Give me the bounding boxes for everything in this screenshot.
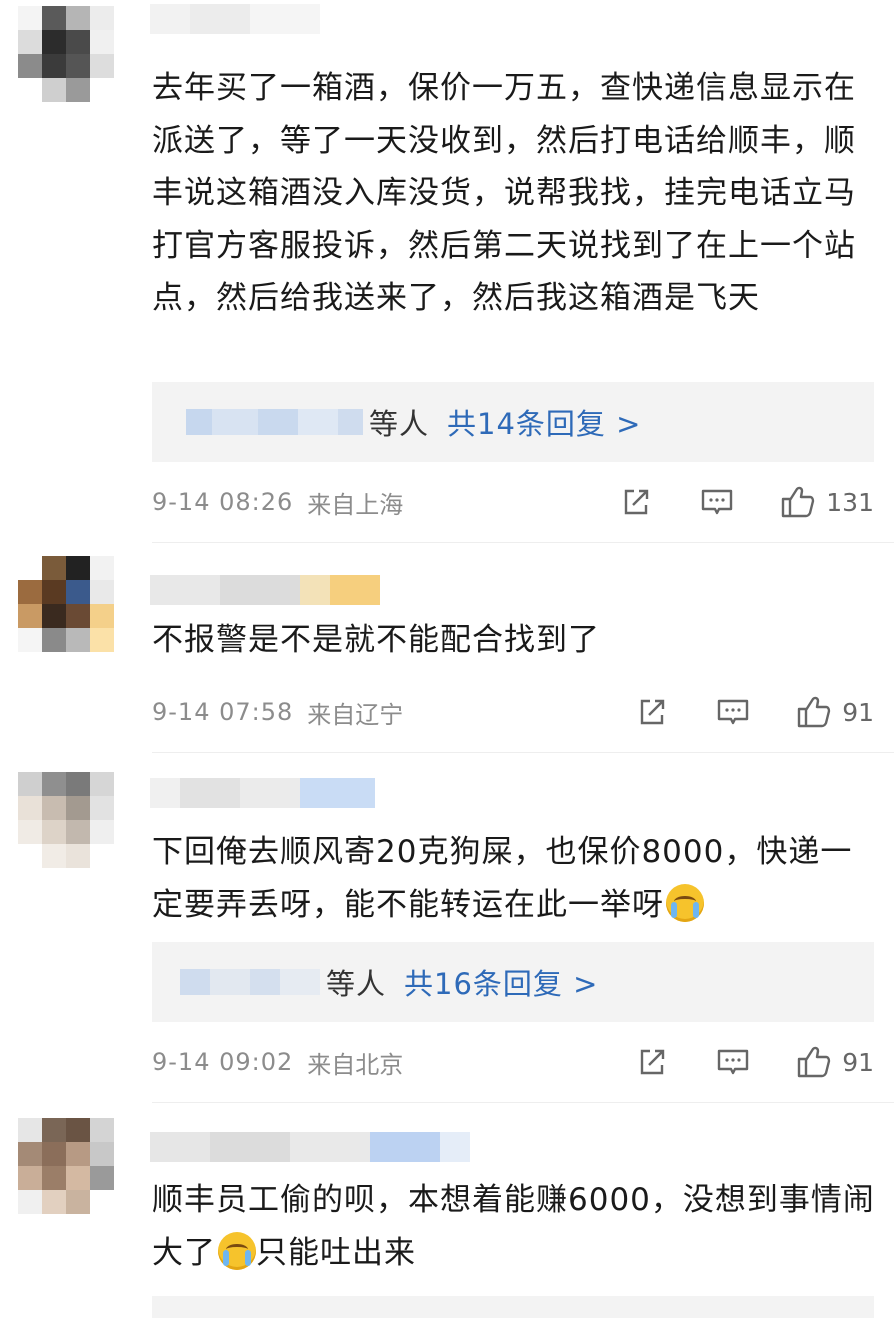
- reply-count-link[interactable]: 共16条回复 >: [404, 961, 598, 1003]
- reply-summary[interactable]: [152, 1296, 874, 1318]
- comment-text: 去年买了一箱酒，保价一万五，查快递信息显示在派送了，等了一天没收到，然后打电话给…: [152, 70, 856, 316]
- reply-names: 等人: [326, 967, 387, 1001]
- timestamp: 9-14 09:02: [152, 1048, 294, 1076]
- share-icon[interactable]: [620, 486, 652, 518]
- like-icon[interactable]: [796, 1045, 832, 1079]
- like-icon[interactable]: [780, 485, 816, 519]
- reply-summary[interactable]: 等人 共16条回复 >: [152, 942, 874, 1022]
- comment-meta: 9-14 08:26 来自上海 131: [152, 482, 874, 522]
- like-count: 91: [842, 1047, 874, 1077]
- like-icon[interactable]: [796, 695, 832, 729]
- avatar[interactable]: [18, 1118, 114, 1214]
- username[interactable]: [150, 778, 375, 808]
- divider: [152, 542, 894, 543]
- comment-icon[interactable]: [716, 1046, 750, 1078]
- location: 来自辽宁: [307, 700, 404, 729]
- username[interactable]: [150, 575, 380, 605]
- timestamp: 9-14 07:58: [152, 698, 294, 726]
- comment-text: 下回俺去顺风寄20克狗屎，也保价8000，快递一定要弄丢呀，能不能转运在此一举呀: [152, 826, 877, 931]
- avatar[interactable]: [18, 772, 114, 868]
- comment-text: 不报警是不是就不能配合找到了: [152, 622, 600, 658]
- username[interactable]: [150, 1132, 470, 1162]
- divider: [152, 752, 894, 753]
- comment-text-after: 只能吐出来: [256, 1234, 416, 1271]
- comment-meta: 9-14 09:02 来自北京 91: [152, 1042, 874, 1082]
- crying-emoji-icon: [218, 1231, 256, 1270]
- comment-meta: 9-14 07:58 来自辽宁 91: [152, 692, 874, 732]
- avatar[interactable]: [18, 556, 114, 652]
- share-icon[interactable]: [636, 696, 668, 728]
- blurred-usernames: [180, 969, 320, 995]
- share-icon[interactable]: [636, 1046, 668, 1078]
- like-count: 91: [842, 697, 874, 727]
- reply-count-link[interactable]: 共14条回复 >: [447, 401, 641, 443]
- divider: [152, 1102, 894, 1103]
- blurred-usernames: [186, 409, 363, 435]
- crying-emoji-icon: [666, 883, 704, 922]
- reply-summary[interactable]: 等人 共14条回复 >: [152, 382, 874, 462]
- timestamp: 9-14 08:26: [152, 488, 294, 516]
- reply-names: 等人: [369, 407, 430, 441]
- username[interactable]: [150, 4, 350, 34]
- comment-actions: 131: [620, 482, 874, 522]
- comment-text: 顺丰员工偷的呗，本想着能赚6000，没想到事情闹大了 只能吐出来: [152, 1174, 877, 1279]
- like-count: 131: [826, 487, 874, 517]
- comment-text-content: 下回俺去顺风寄20克狗屎，也保价8000，快递一定要弄丢呀，能不能转运在此一举呀: [152, 834, 853, 923]
- comment-actions: 91: [636, 692, 874, 732]
- location: 来自北京: [307, 1050, 404, 1079]
- comment-icon[interactable]: [716, 696, 750, 728]
- comment-icon[interactable]: [700, 486, 734, 518]
- avatar[interactable]: [18, 6, 114, 102]
- location: 来自上海: [307, 490, 404, 519]
- comment-actions: 91: [636, 1042, 874, 1082]
